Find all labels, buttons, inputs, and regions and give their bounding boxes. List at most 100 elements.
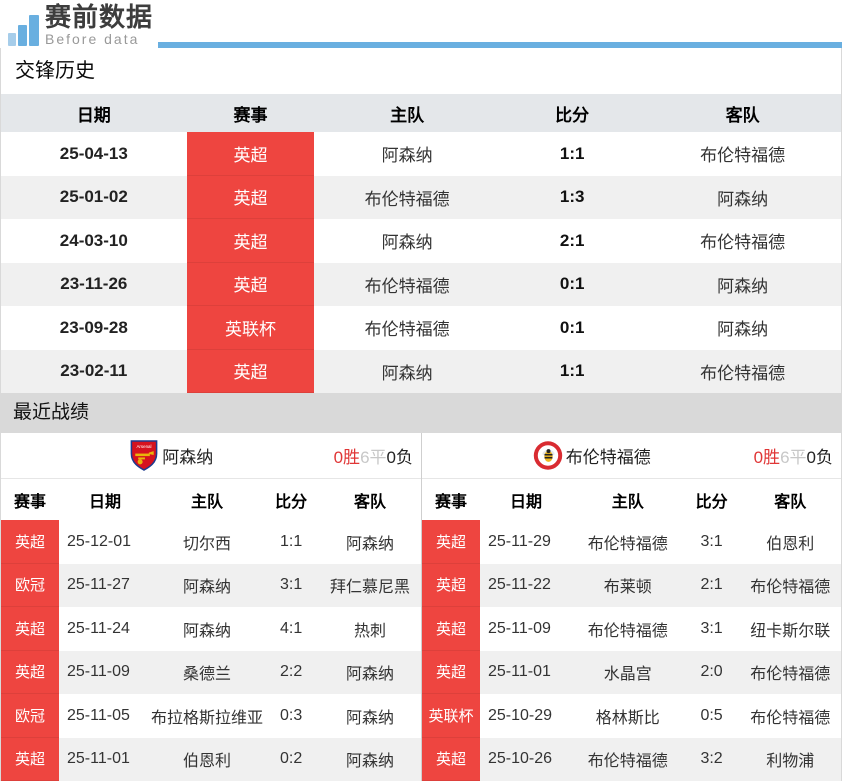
recent-section-title: 最近战绩	[1, 393, 841, 433]
date-cell: 23-11-26	[60, 274, 128, 294]
score-cell: 1:1	[559, 361, 585, 381]
brand-header: 赛前数据 Before data	[0, 0, 842, 48]
competition-badge: 欧冠	[1, 694, 59, 738]
column-header-score: 比分	[555, 105, 590, 125]
brand-subtitle: Before data	[45, 31, 140, 47]
page: 赛前数据 Before data 交锋历史 日期 赛事 主队 比分 客队 25-…	[0, 0, 842, 781]
date-cell: 23-09-28	[59, 317, 128, 337]
home-team-cell: 布伦特福德	[587, 622, 668, 640]
competition-badge: 英超	[422, 520, 480, 564]
competition-badge: 英超	[422, 563, 480, 607]
h2h-row: 25-01-02 英超 布伦特福德 1:3 阿森纳	[1, 175, 841, 219]
competition-badge: 英超	[186, 132, 315, 176]
competition-badge: 英超	[422, 607, 480, 651]
column-header-home: 主队	[390, 105, 425, 125]
away-team-cell: 布伦特福德	[750, 709, 831, 727]
team-name: 阿森纳	[162, 448, 214, 467]
score-cell: 1:1	[279, 532, 303, 550]
date-cell: 25-01-02	[59, 187, 128, 207]
score-cell: 2:1	[559, 230, 585, 250]
panel-brentford: 布伦特福德 0胜6平0负 赛事 日期 主队 比分 客队 英超 25-11-29 …	[421, 433, 841, 781]
panel-table-header: 赛事 日期 主队 比分 客队	[422, 478, 841, 520]
match-row: 英超 25-10-26 布伦特福德 3:2 利物浦	[422, 737, 841, 781]
column-header-comp: 赛事	[233, 105, 268, 125]
score-cell: 2:0	[700, 663, 723, 681]
panel-table-body: 英超 25-12-01 切尔西 1:1 阿森纳 欧冠 25-11-27 阿森纳 …	[1, 520, 421, 781]
h2h-row: 24-03-10 英超 阿森纳 2:1 布伦特福德	[1, 219, 841, 263]
home-team-cell: 水晶宫	[603, 666, 652, 684]
record-wins: 0胜	[753, 448, 781, 467]
h2h-section-title: 交锋历史	[1, 48, 841, 94]
h2h-row: 23-09-28 英联杯 布伦特福德 0:1 阿森纳	[1, 306, 841, 350]
date-cell: 25-04-13	[59, 143, 128, 163]
competition-badge: 英超	[422, 650, 480, 694]
date-cell: 25-11-01	[67, 750, 130, 768]
competition-badge: 英超	[186, 175, 315, 219]
column-header-score: 比分	[275, 493, 308, 511]
match-row: 英超 25-11-22 布莱顿 2:1 布伦特福德	[422, 563, 841, 607]
brand-title: 赛前数据	[45, 2, 154, 32]
match-row: 英超 25-11-01 水晶宫 2:0 布伦特福德	[422, 650, 841, 694]
score-cell: 4:1	[279, 619, 303, 637]
column-header-date: 日期	[509, 493, 542, 511]
score-cell: 1:1	[559, 143, 585, 163]
home-team-cell: 布伦特福德	[364, 276, 450, 296]
home-team-cell: 布伦特福德	[364, 320, 450, 340]
score-cell: 0:1	[559, 274, 585, 294]
score-cell: 2:1	[700, 576, 723, 594]
date-cell: 25-11-09	[488, 619, 551, 637]
competition-badge: 英超	[186, 262, 315, 306]
date-cell: 25-10-29	[488, 706, 553, 724]
home-team-cell: 布伦特福德	[587, 535, 668, 553]
away-team-cell: 纽卡斯尔联	[750, 622, 831, 640]
panel-table-body: 英超 25-11-29 布伦特福德 3:1 伯恩利 英超 25-11-22 布莱…	[422, 520, 841, 781]
away-team-cell: 阿森纳	[346, 709, 395, 727]
column-header-date: 日期	[76, 105, 111, 125]
match-row: 欧冠 25-11-27 阿森纳 3:1 拜仁慕尼黑	[1, 563, 421, 607]
score-cell: 3:1	[700, 532, 723, 550]
h2h-row: 23-02-11 英超 阿森纳 1:1 布伦特福德	[1, 349, 841, 393]
away-team-cell: 布伦特福德	[700, 146, 786, 166]
competition-badge: 英超	[422, 737, 480, 781]
match-row: 英超 25-11-01 伯恩利 0:2 阿森纳	[1, 737, 421, 781]
competition-badge: 英超	[1, 650, 59, 694]
column-header-date: 日期	[88, 493, 121, 511]
team-header: Arsenal 阿森纳 0胜6平0负	[1, 433, 421, 478]
record-draws: 6平	[360, 448, 387, 467]
home-team-cell: 伯恩利	[183, 753, 232, 771]
date-cell: 25-10-26	[488, 750, 553, 768]
competition-badge: 英超	[1, 607, 59, 651]
date-cell: 24-03-10	[59, 230, 128, 250]
home-team-cell: 桑德兰	[183, 666, 232, 684]
column-header-away: 客队	[725, 105, 760, 125]
score-cell: 0:5	[700, 706, 723, 724]
date-cell: 25-12-01	[67, 532, 132, 550]
match-row: 英超 25-11-24 阿森纳 4:1 热刺	[1, 607, 421, 651]
column-header-home: 主队	[611, 493, 644, 511]
record-draws: 6平	[780, 448, 807, 467]
competition-badge: 英超	[186, 219, 315, 263]
h2h-table-header: 日期 赛事 主队 比分 客队	[1, 94, 841, 132]
team-name: 布伦特福德	[565, 448, 651, 467]
home-team-cell: 布拉格斯拉维亚	[151, 709, 264, 727]
column-header-home: 主队	[191, 493, 224, 511]
column-header-comp: 赛事	[13, 493, 46, 511]
date-cell: 25-11-27	[67, 576, 130, 594]
h2h-row: 25-04-13 英超 阿森纳 1:1 布伦特福德	[1, 132, 841, 176]
score-cell: 3:1	[279, 576, 303, 594]
h2h-table-body: 25-04-13 英超 阿森纳 1:1 布伦特福德 25-01-02 英超 布伦…	[1, 132, 841, 393]
score-cell: 3:1	[700, 619, 723, 637]
competition-badge: 英联杯	[186, 306, 315, 350]
date-cell: 25-11-29	[488, 532, 551, 550]
date-cell: 25-11-01	[488, 663, 551, 681]
record-wins: 0胜	[333, 448, 361, 467]
score-cell: 1:3	[559, 187, 585, 207]
panel-arsenal: Arsenal 阿森纳 0胜6平0负 赛事 日期 主队 比分 客队 英超 25-…	[1, 433, 421, 781]
home-team-cell: 布莱顿	[603, 579, 652, 597]
match-row: 英超 25-11-29 布伦特福德 3:1 伯恩利	[422, 520, 841, 564]
team-record: 0胜6平0负	[754, 443, 833, 468]
date-cell: 25-11-05	[67, 706, 130, 724]
away-team-cell: 阿森纳	[346, 753, 395, 771]
home-team-cell: 阿森纳	[381, 146, 433, 166]
competition-badge: 英超	[1, 520, 59, 564]
